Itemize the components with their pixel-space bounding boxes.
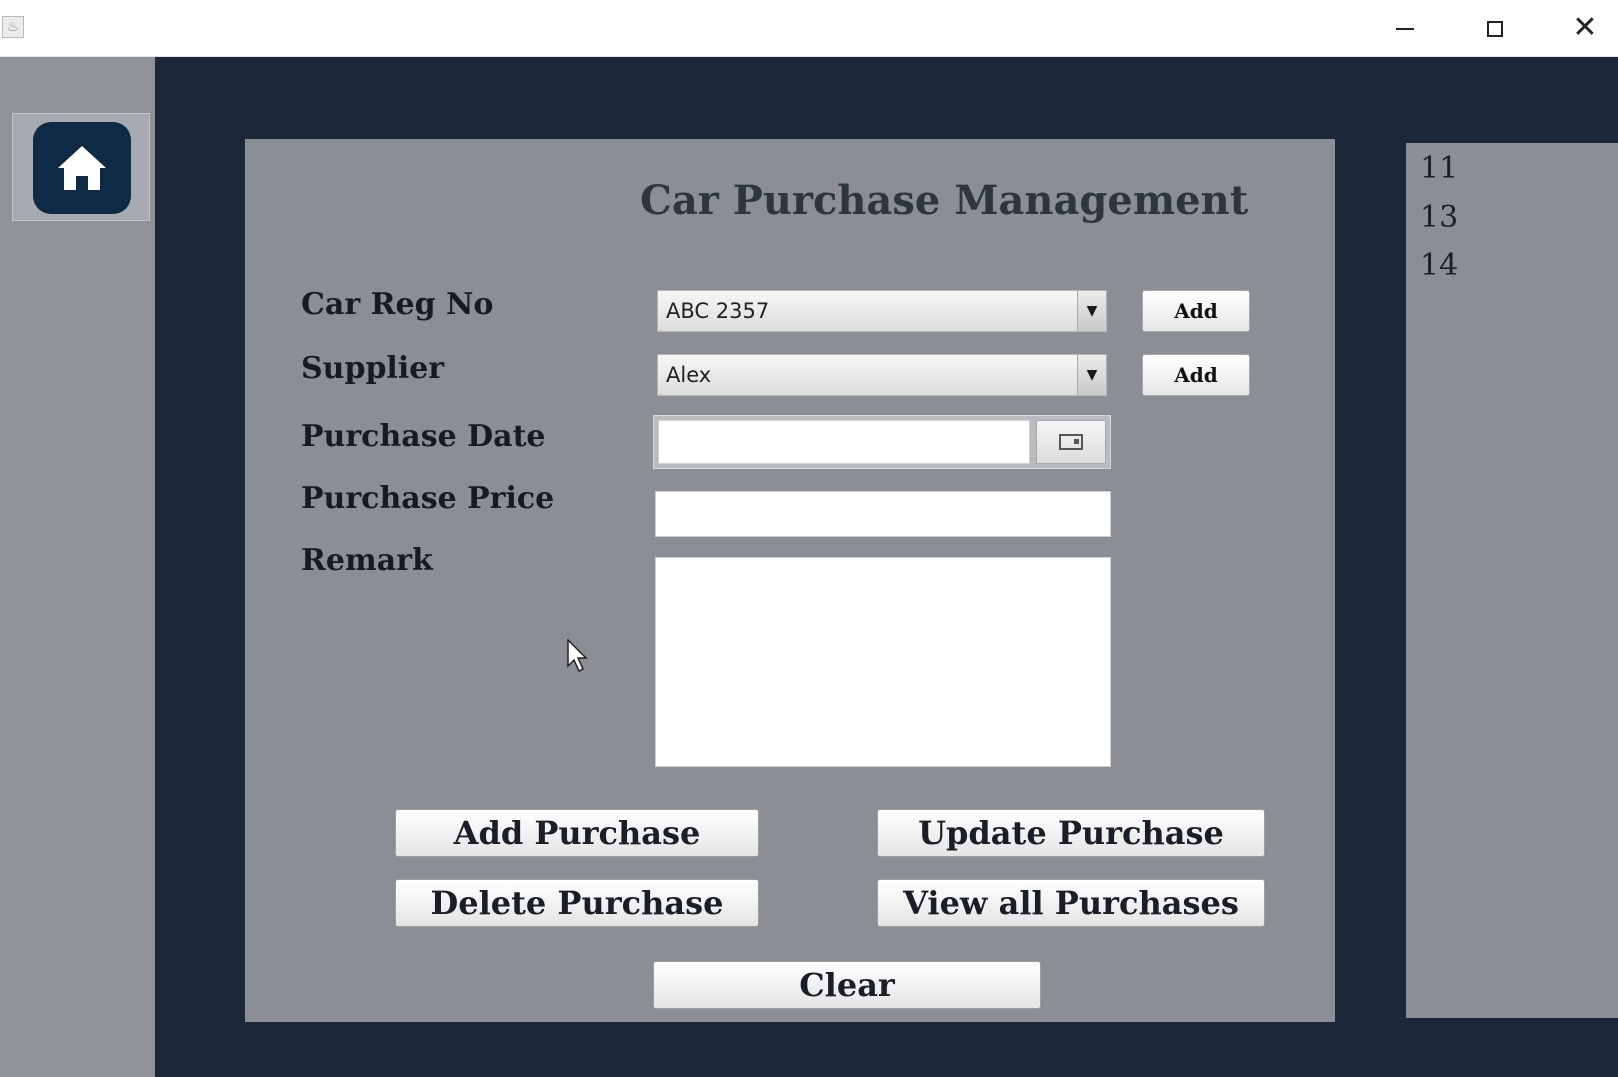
java-app-icon: ♨ (2, 16, 24, 38)
purchase-id-list: 11 13 14 (1406, 143, 1618, 1018)
minimize-button[interactable] (1380, 8, 1430, 48)
purchase-date-field[interactable] (658, 420, 1030, 464)
purchase-form-panel: Car Purchase Management Car Reg No ABC 2… (245, 139, 1335, 1022)
delete-purchase-button[interactable]: Delete Purchase (395, 879, 759, 927)
date-picker-button[interactable] (1036, 420, 1106, 464)
view-all-purchases-button[interactable]: View all Purchases (877, 879, 1265, 927)
list-item[interactable]: 13 (1420, 200, 1458, 235)
car-reg-label: Car Reg No (301, 287, 494, 322)
purchase-price-field[interactable] (655, 491, 1111, 537)
add-purchase-button[interactable]: Add Purchase (395, 809, 759, 857)
supplier-dropdown[interactable]: Alex ▼ (657, 354, 1107, 396)
list-item[interactable]: 14 (1420, 248, 1458, 283)
purchase-date-chooser (653, 415, 1111, 469)
sidebar (0, 57, 155, 1077)
add-car-reg-button[interactable]: Add (1142, 290, 1250, 332)
add-supplier-button[interactable]: Add (1142, 354, 1250, 396)
mouse-cursor-icon (567, 639, 588, 673)
calendar-icon (1059, 434, 1083, 450)
purchase-price-label: Purchase Price (301, 481, 555, 516)
maximize-button[interactable] (1470, 8, 1520, 48)
remark-label: Remark (301, 543, 433, 578)
home-button[interactable] (12, 113, 150, 221)
window-titlebar: ♨ ✕ (0, 0, 1618, 57)
home-button-face (33, 122, 131, 214)
clear-button[interactable]: Clear (653, 961, 1041, 1009)
purchase-date-label: Purchase Date (301, 419, 546, 454)
car-reg-dropdown[interactable]: ABC 2357 ▼ (657, 290, 1107, 332)
supplier-selected-value: Alex (666, 363, 712, 387)
close-button[interactable]: ✕ (1560, 8, 1610, 48)
remark-textarea[interactable] (655, 557, 1111, 767)
list-item[interactable]: 11 (1420, 151, 1458, 186)
supplier-label: Supplier (301, 351, 445, 386)
car-reg-selected-value: ABC 2357 (666, 299, 770, 323)
chevron-down-icon[interactable]: ▼ (1077, 355, 1106, 395)
update-purchase-button[interactable]: Update Purchase (877, 809, 1265, 857)
home-icon (58, 146, 106, 190)
maximize-icon (1487, 20, 1503, 37)
minimize-icon (1396, 27, 1414, 30)
chevron-down-icon[interactable]: ▼ (1077, 291, 1106, 331)
page-title: Car Purchase Management (640, 177, 1249, 224)
